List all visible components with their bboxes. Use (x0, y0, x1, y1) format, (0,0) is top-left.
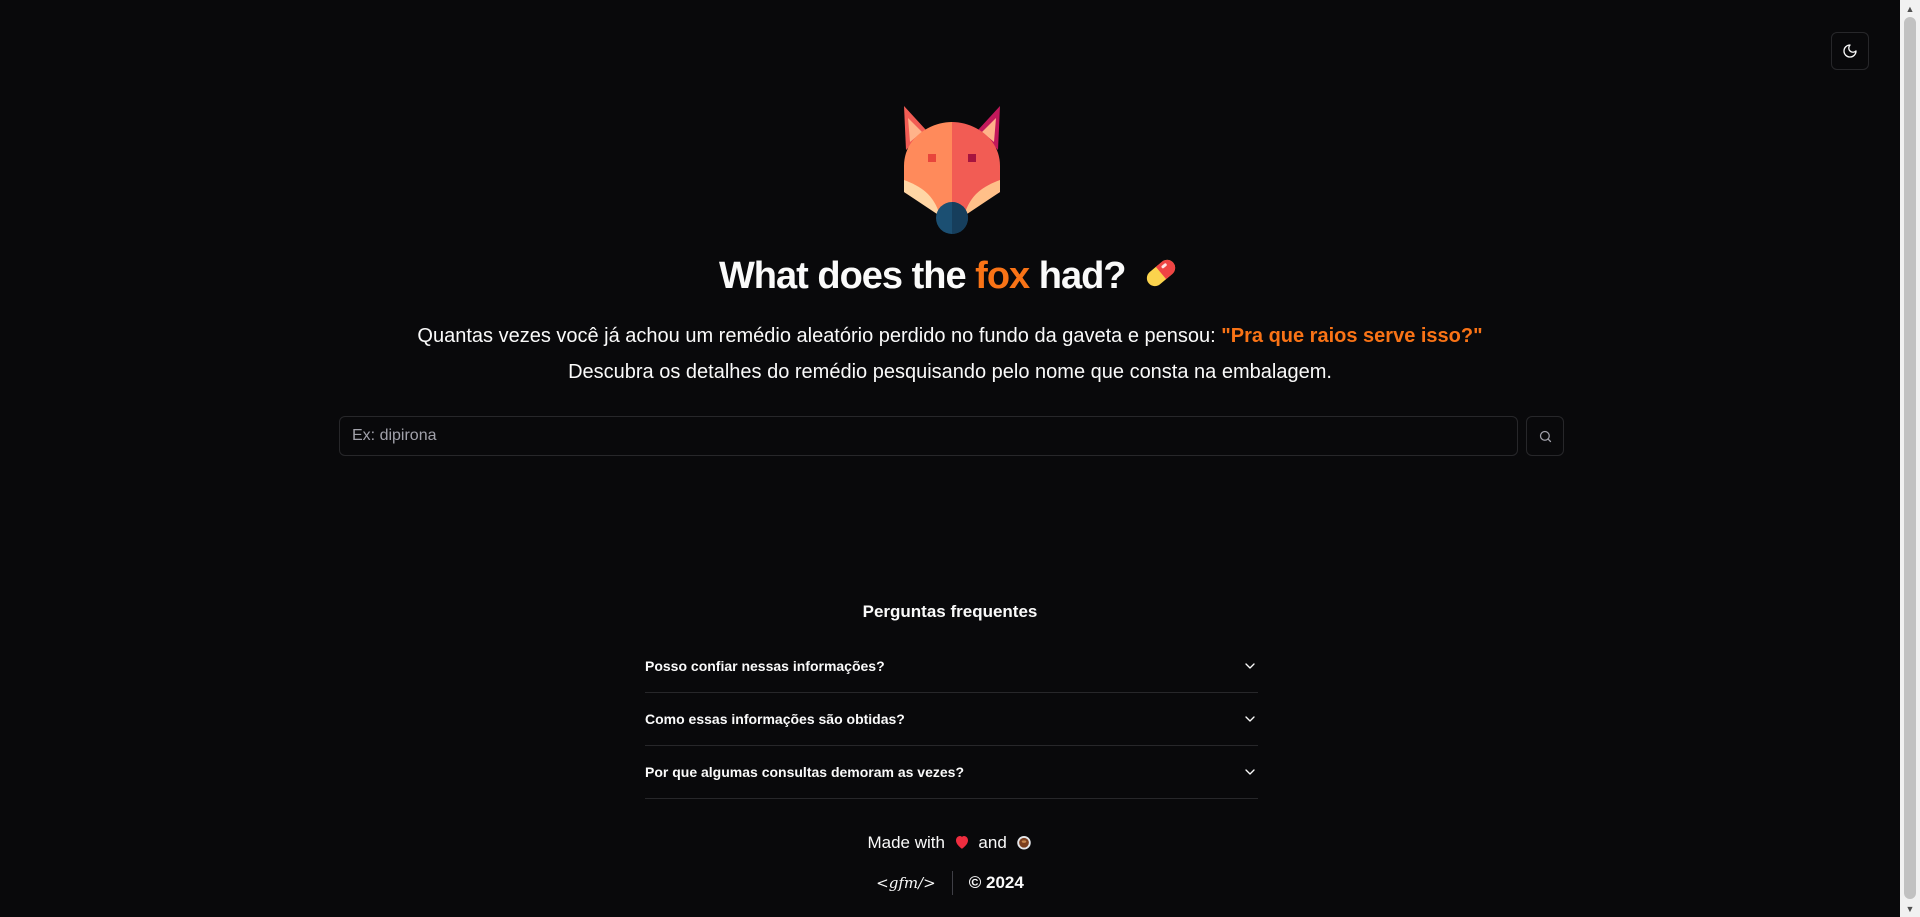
theme-toggle-button[interactable] (1831, 32, 1869, 70)
faq-accordion: Posso confiar nessas informações? Como e… (645, 640, 1258, 799)
page-subtitle: Quantas vezes você já achou um remédio a… (0, 318, 1900, 390)
faq-item-source[interactable]: Como essas informações são obtidas? (645, 693, 1258, 746)
search-icon (1539, 430, 1551, 442)
page: What does the fox had? Quantas vezes voc… (0, 0, 1900, 917)
made-with-line: Made with and (0, 830, 1900, 856)
footer: <gfm/> © 2024 (0, 871, 1900, 895)
made-with-and: and (978, 833, 1007, 852)
title-accent: fox (975, 255, 1030, 297)
subtitle-line-1: Quantas vezes você já achou um remédio a… (417, 325, 1222, 347)
scrollbar[interactable]: ▲ ▼ (1900, 0, 1920, 917)
fox-logo-icon (904, 106, 1000, 234)
scroll-up-arrow-icon[interactable]: ▲ (1900, 0, 1920, 17)
faq-item-slow-queries[interactable]: Por que algumas consultas demoram as vez… (645, 746, 1258, 799)
search-button[interactable] (1526, 416, 1564, 456)
faq-question: Por que algumas consultas demoram as vez… (645, 764, 965, 780)
chevron-down-icon (1245, 716, 1255, 722)
subtitle-line-2: Descubra os detalhes do remédio pesquisa… (568, 361, 1332, 383)
title-text-end: had? (1029, 255, 1127, 297)
subtitle-quote: "Pra que raios serve isso?" (1221, 325, 1483, 347)
chevron-down-icon (1245, 663, 1255, 669)
brand-link[interactable]: <gfm/> (876, 871, 953, 895)
heart-icon (955, 836, 968, 849)
coffee-icon (1016, 836, 1031, 850)
moon-icon (1843, 44, 1857, 58)
pill-icon (1146, 259, 1176, 287)
faq-title: Perguntas frequentes (862, 602, 1038, 621)
scroll-down-arrow-icon[interactable]: ▼ (1900, 900, 1920, 917)
title-text: What does the (718, 255, 976, 297)
chevron-down-icon (1245, 769, 1255, 775)
copyright: © 2024 (968, 873, 1024, 892)
made-with-prefix: Made with (867, 833, 945, 852)
faq-question: Posso confiar nessas informações? (645, 658, 885, 674)
scrollbar-thumb[interactable] (1904, 17, 1916, 899)
faq-question: Como essas informações são obtidas? (645, 711, 905, 727)
search-bar (339, 416, 1564, 456)
search-input[interactable] (339, 416, 1518, 456)
page-title: What does the fox had? (0, 248, 1900, 304)
faq-item-trust[interactable]: Posso confiar nessas informações? (645, 640, 1258, 693)
